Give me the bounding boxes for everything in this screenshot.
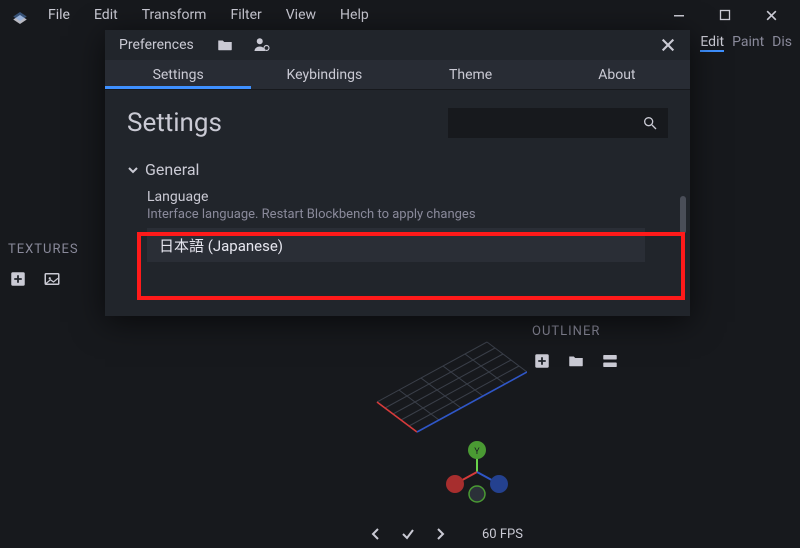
dialog-close-button[interactable] xyxy=(660,37,676,53)
section-general-toggle[interactable]: General xyxy=(127,160,668,179)
setting-language-hint: Interface language. Restart Blockbench t… xyxy=(147,207,668,222)
status-fps: 60 FPS xyxy=(482,527,523,542)
settings-scrollbar[interactable] xyxy=(680,196,686,234)
outliner-add-group-button[interactable] xyxy=(566,351,586,371)
window-minimize-button[interactable] xyxy=(656,0,702,30)
mode-tab-edit[interactable]: Edit xyxy=(700,34,724,52)
chevron-down-icon xyxy=(127,164,139,176)
preferences-user-icon[interactable] xyxy=(252,36,272,54)
settings-search-input[interactable] xyxy=(448,108,668,138)
axis-gizmo: Y xyxy=(446,441,508,502)
status-prev-button[interactable] xyxy=(366,524,386,544)
menu-transform[interactable]: Transform xyxy=(132,3,217,27)
menu-filter[interactable]: Filter xyxy=(220,3,271,27)
menu-help[interactable]: Help xyxy=(330,3,379,27)
menu-edit[interactable]: Edit xyxy=(84,3,128,27)
texture-add-button[interactable] xyxy=(8,269,28,289)
section-general-label: General xyxy=(145,160,199,179)
menubar: File Edit Transform Filter View Help xyxy=(38,3,379,27)
dialog-title: Preferences xyxy=(119,37,194,53)
preferences-dialog: Preferences Settings Keybindings Theme A… xyxy=(105,30,690,316)
outliner-panel-header: OUTLINER xyxy=(532,324,792,339)
tab-about[interactable]: About xyxy=(544,60,690,89)
3d-viewport[interactable]: Y xyxy=(367,322,527,522)
setting-language-label: Language xyxy=(147,189,668,205)
window-maximize-button[interactable] xyxy=(702,0,748,30)
window-close-button[interactable] xyxy=(748,0,794,30)
setting-language-value: 日本語 (Japanese) xyxy=(159,235,283,256)
search-icon xyxy=(642,115,658,131)
outliner-add-cube-button[interactable] xyxy=(532,351,552,371)
outliner-toggle-button[interactable] xyxy=(600,351,620,371)
menu-view[interactable]: View xyxy=(276,3,326,27)
status-confirm-button[interactable] xyxy=(398,524,418,544)
tab-theme[interactable]: Theme xyxy=(398,60,544,89)
setting-language-dropdown[interactable]: 日本語 (Japanese) xyxy=(147,228,645,262)
svg-text:Y: Y xyxy=(474,447,480,457)
texture-import-button[interactable] xyxy=(42,269,62,289)
tab-settings[interactable]: Settings xyxy=(105,60,251,89)
tab-keybindings[interactable]: Keybindings xyxy=(251,60,397,89)
mode-tab-display[interactable]: Dis xyxy=(772,34,792,52)
settings-heading: Settings xyxy=(127,108,222,138)
preferences-folder-icon[interactable] xyxy=(216,36,234,54)
menu-file[interactable]: File xyxy=(38,3,80,27)
mode-tabs: Edit Paint Dis xyxy=(692,30,800,56)
status-next-button[interactable] xyxy=(430,524,450,544)
mode-tab-paint[interactable]: Paint xyxy=(732,34,764,52)
app-logo xyxy=(10,5,30,25)
textures-panel-header: TEXTURES xyxy=(8,242,79,257)
